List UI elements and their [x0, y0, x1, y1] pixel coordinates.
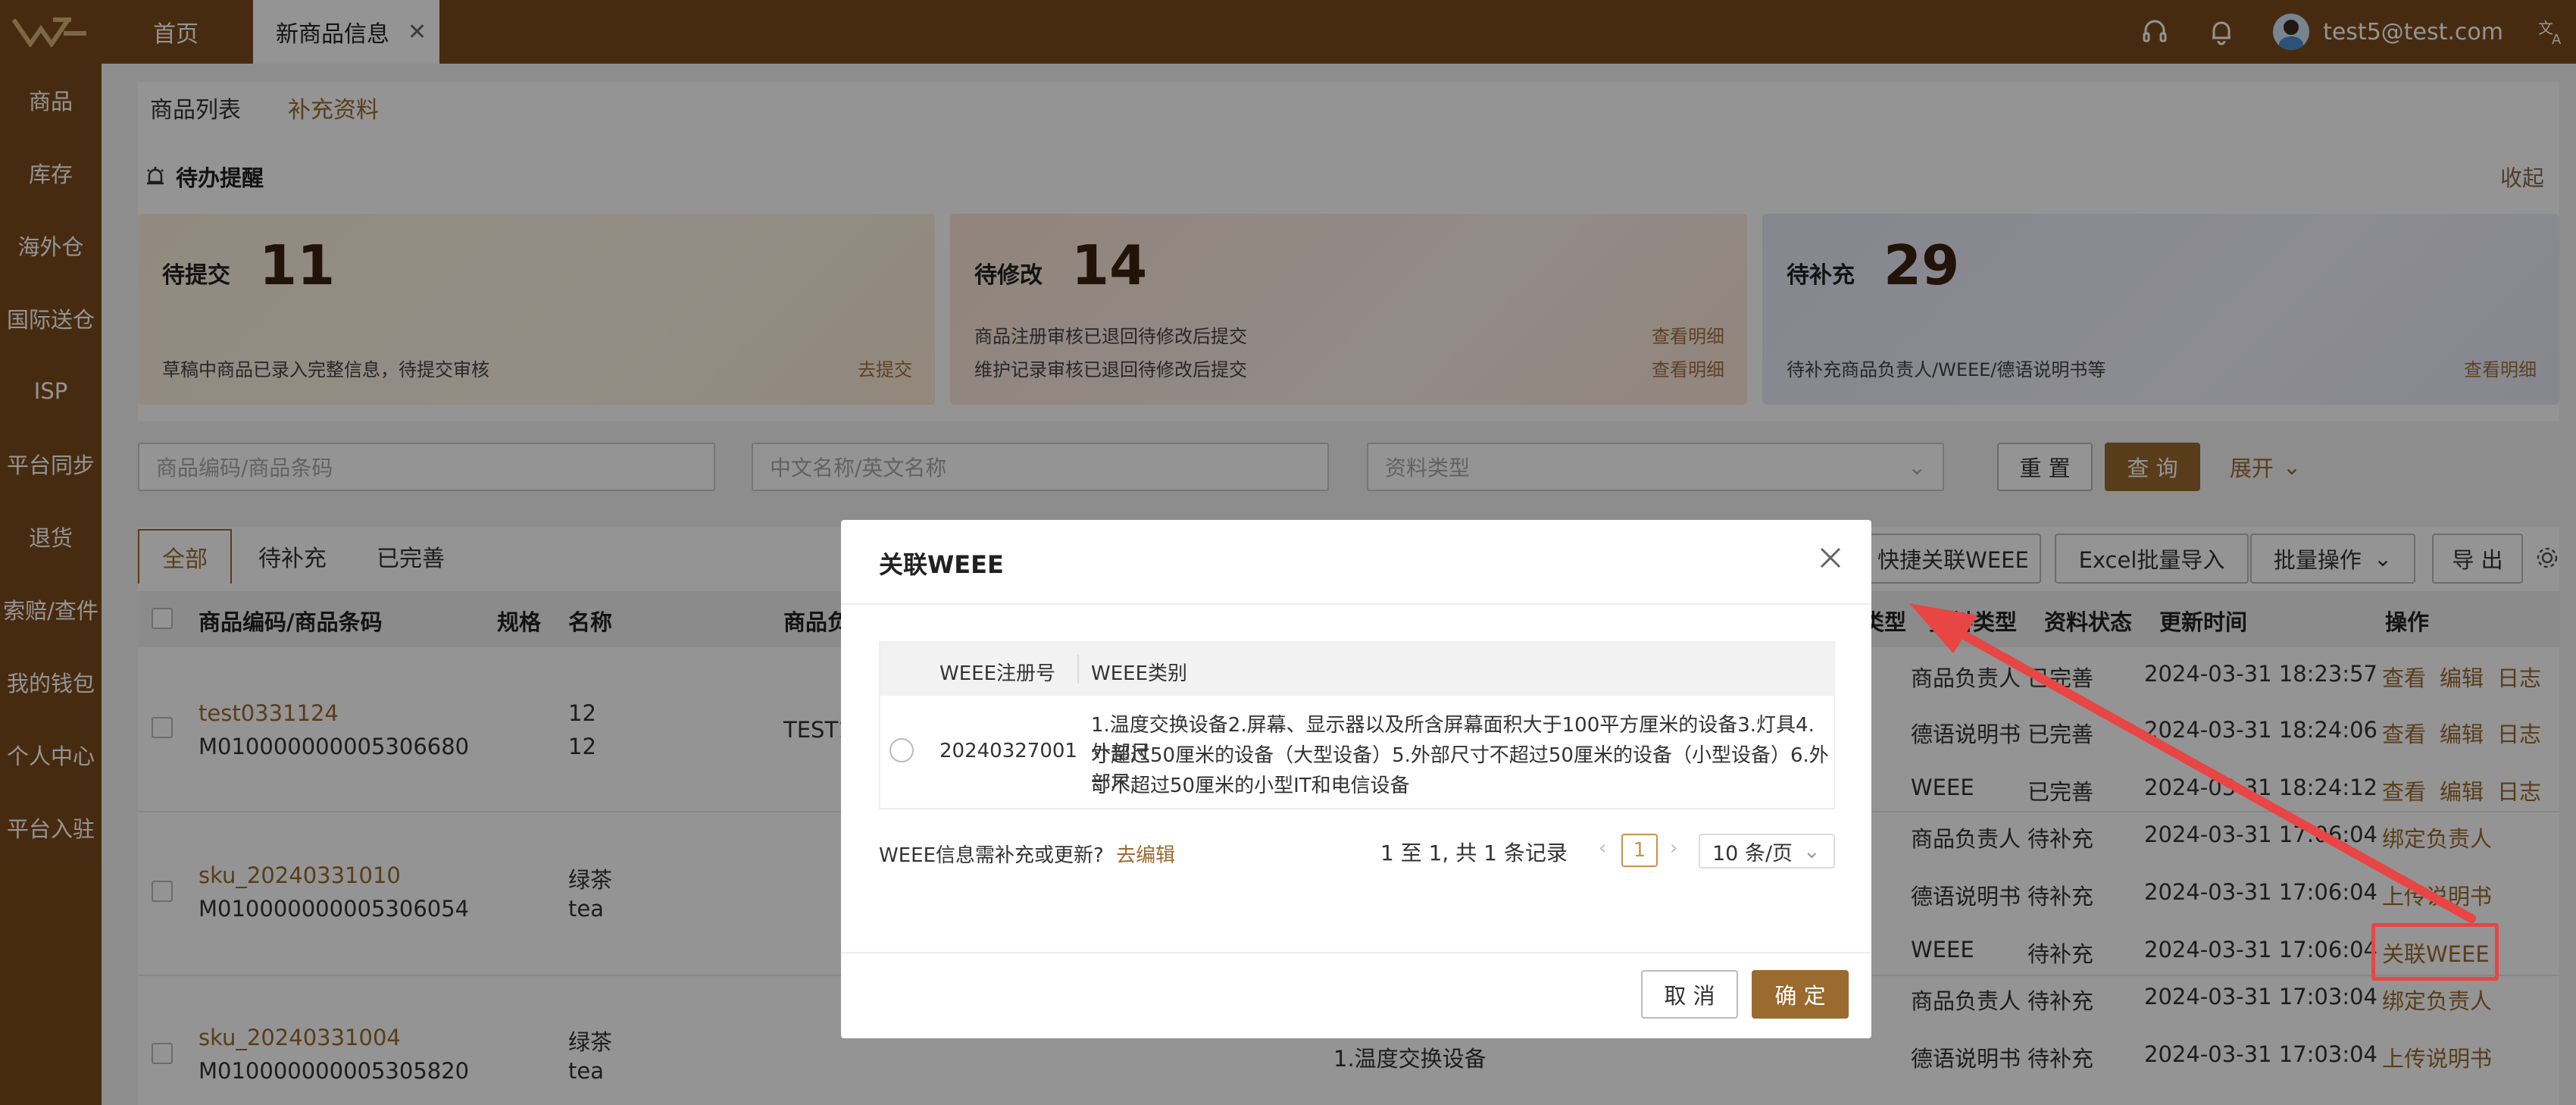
link-weee-modal: 关联WEEE WEEE注册号 WEEE类别 20240327001 1.温度交换… — [841, 520, 1871, 1038]
cancel-button[interactable]: 取 消 — [1641, 970, 1738, 1019]
col-weee-reg: WEEE注册号 — [939, 662, 1055, 685]
close-icon[interactable] — [1817, 544, 1844, 571]
weee-hint-text: WEEE信息需补充或更新? — [879, 844, 1104, 867]
modal-header-divider — [841, 603, 1871, 605]
page-size-label: 10 条/页 — [1712, 841, 1793, 866]
weee-table-header: WEEE注册号 WEEE类别 — [880, 643, 1834, 696]
weee-category-line: 寸不超过50厘米的小型IT和电信设备 — [1091, 775, 1410, 797]
chevron-right-icon[interactable]: › — [1670, 837, 1677, 859]
page-size-select[interactable]: 10 条/页 ⌄ — [1699, 834, 1835, 869]
modal-footer-divider — [841, 952, 1871, 953]
chevron-down-icon: ⌄ — [1803, 839, 1821, 863]
weee-hint: WEEE信息需补充或更新? 去编辑 — [879, 840, 1175, 868]
weee-row-radio[interactable] — [889, 738, 914, 762]
confirm-button[interactable]: 确 定 — [1752, 970, 1849, 1019]
highlight-box — [2371, 923, 2499, 981]
col-weee-cat: WEEE类别 — [1091, 662, 1187, 685]
chevron-left-icon[interactable]: ‹ — [1599, 837, 1606, 859]
edit-weee-link[interactable]: 去编辑 — [1116, 844, 1175, 867]
pager-range: 1 至 1, 共 1 条记录 — [1380, 840, 1568, 866]
modal-title: 关联WEEE — [879, 550, 1004, 579]
col-divider — [1077, 655, 1079, 684]
weee-reg-no: 20240327001 — [939, 740, 1077, 762]
pager-page[interactable]: 1 — [1621, 834, 1658, 867]
weee-table: WEEE注册号 WEEE类别 20240327001 1.温度交换设备2.屏幕、… — [879, 641, 1835, 809]
